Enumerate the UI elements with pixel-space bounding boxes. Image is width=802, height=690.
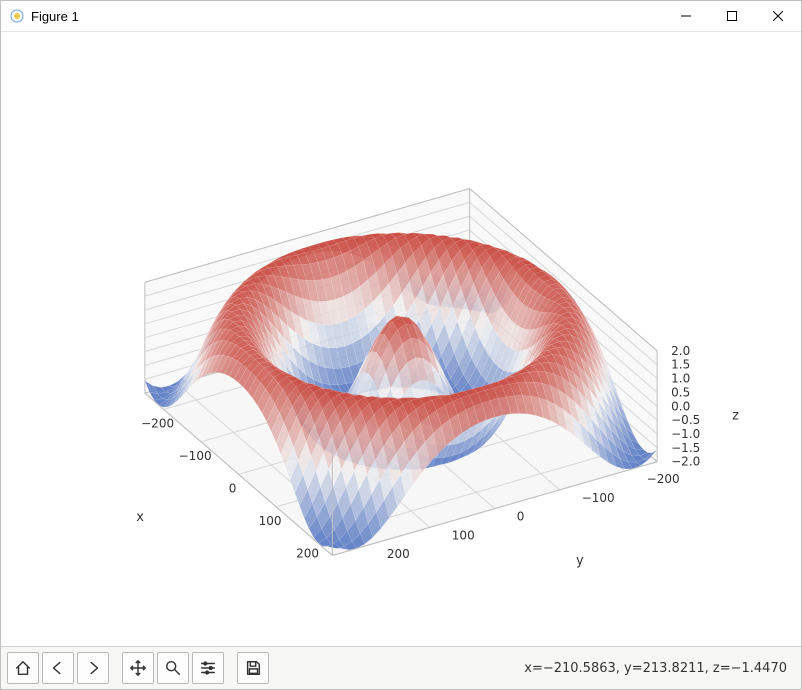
- svg-text:200: 200: [387, 547, 410, 561]
- svg-text:1.0: 1.0: [671, 372, 690, 386]
- minimize-button[interactable]: [663, 1, 709, 31]
- svg-text:−1.5: −1.5: [671, 441, 700, 455]
- svg-text:0: 0: [229, 481, 237, 495]
- svg-text:0.0: 0.0: [671, 399, 690, 413]
- back-button[interactable]: [42, 652, 74, 684]
- svg-text:−200: −200: [141, 416, 174, 430]
- pan-button[interactable]: [122, 652, 154, 684]
- app-icon: [9, 8, 25, 24]
- svg-text:−100: −100: [179, 449, 212, 463]
- svg-text:−200: −200: [647, 472, 680, 486]
- cursor-coordinates: x=−210.5863, y=213.8211, z=−1.4470: [524, 661, 787, 676]
- svg-text:2.0: 2.0: [671, 344, 690, 358]
- plot-canvas[interactable]: −200 −100 0 100 200 −200 −100 0 100 200 −2.0−1.5−1…: [1, 32, 801, 646]
- configure-subplots-button[interactable]: [192, 652, 224, 684]
- close-button[interactable]: [755, 1, 801, 31]
- zoom-button[interactable]: [157, 652, 189, 684]
- svg-text:−1.0: −1.0: [671, 427, 700, 441]
- svg-text:−100: −100: [582, 491, 615, 505]
- window-title: Figure 1: [31, 9, 79, 24]
- save-button[interactable]: [237, 652, 269, 684]
- forward-button[interactable]: [77, 652, 109, 684]
- svg-text:x: x: [136, 510, 144, 525]
- svg-text:0: 0: [517, 510, 525, 524]
- svg-text:z: z: [732, 408, 739, 423]
- maximize-button[interactable]: [709, 1, 755, 31]
- svg-text:1.5: 1.5: [671, 358, 690, 372]
- svg-text:−0.5: −0.5: [671, 413, 700, 427]
- home-button[interactable]: [7, 652, 39, 684]
- title-bar: Figure 1: [1, 1, 801, 32]
- figure-window: Figure 1 −200−1000100200−200−1000100200−…: [0, 0, 802, 690]
- svg-text:200: 200: [296, 546, 319, 560]
- svg-text:y: y: [576, 553, 584, 568]
- svg-text:−2.0: −2.0: [671, 455, 700, 469]
- svg-text:0.5: 0.5: [671, 385, 690, 399]
- svg-text:100: 100: [259, 514, 282, 528]
- svg-text:100: 100: [452, 528, 475, 542]
- matplotlib-toolbar: x=−210.5863, y=213.8211, z=−1.4470: [1, 646, 801, 689]
